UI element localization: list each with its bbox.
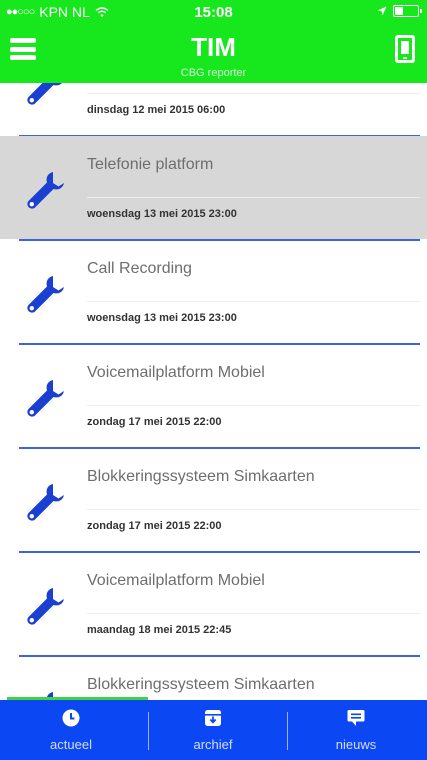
item-inner-separator (87, 405, 420, 406)
item-date: zondag 17 mei 2015 22:00 (87, 520, 222, 532)
app-header: ●●○○○ KPN NL 15:08 TIM CBG reporter (0, 0, 427, 83)
list-item[interactable]: Voicemailplatform Mobiel maandag 18 mei 2… (0, 552, 427, 655)
list-item[interactable]: Call Recording woensdag 13 mei 2015 23:00 (0, 240, 427, 343)
item-date: dinsdag 12 mei 2015 06:00 (87, 104, 226, 116)
tab-nieuws[interactable]: nieuws (285, 700, 427, 760)
tab-label: actueel (50, 737, 92, 752)
battery-icon (393, 5, 422, 17)
item-inner-separator (87, 197, 420, 198)
item-date: woensdag 13 mei 2015 23:00 (87, 312, 237, 324)
tab-label: archief (193, 737, 233, 752)
wrench-icon (24, 584, 68, 628)
item-date: zondag 17 mei 2015 22:00 (87, 416, 222, 428)
device-icon[interactable] (395, 35, 415, 63)
item-title: Voicemailplatform Mobiel (87, 364, 265, 381)
location-arrow-icon (377, 6, 387, 16)
tab-label: nieuws (335, 737, 377, 752)
item-date: woensdag 13 mei 2015 23:00 (87, 208, 237, 220)
status-right (377, 5, 422, 17)
wrench-icon (24, 83, 68, 108)
tab-archief[interactable]: archief (142, 700, 284, 760)
wrench-icon (24, 168, 68, 212)
wrench-icon (24, 376, 68, 420)
app-title: TIM (191, 32, 236, 62)
battery-level (395, 7, 403, 15)
item-inner-separator (87, 93, 420, 94)
archive-box-icon (205, 710, 221, 726)
list-item[interactable]: Blokkeringssysteem Simkaarten zondag 17 m… (0, 448, 427, 551)
item-inner-separator (87, 301, 420, 302)
status-bar: ●●○○○ KPN NL 15:08 (0, 0, 427, 22)
item-title: Telefonie platform (87, 156, 214, 173)
item-title: Blokkeringssysteem Simkaarten (87, 468, 315, 485)
wrench-icon (24, 272, 68, 316)
list-item[interactable]: Blokkeringssysteem Simkaarten (0, 656, 427, 700)
status-time: 15:08 (194, 4, 233, 21)
tab-bar: actueel archief nieuws (0, 697, 427, 760)
list-item[interactable]: Voicemailplatform Mobiel zondag 17 mei 20… (0, 344, 427, 447)
list-item[interactable]: dinsdag 12 mei 2015 06:00 (0, 83, 427, 135)
item-inner-separator (87, 509, 420, 510)
clock-icon (62, 709, 80, 727)
nav-bar: TIM CBG reporter (0, 22, 427, 83)
item-inner-separator (87, 613, 420, 614)
item-title: Call Recording (87, 260, 192, 277)
item-title: Blokkeringssysteem Simkaarten (87, 676, 315, 693)
chat-bubble-icon (347, 710, 365, 726)
list-item[interactable]: Telefonie platform woensdag 13 mei 2015 2… (0, 136, 427, 239)
wrench-icon (24, 480, 68, 524)
item-date: maandag 18 mei 2015 22:45 (87, 624, 232, 636)
app-subtitle: CBG reporter (180, 67, 247, 79)
item-title: Voicemailplatform Mobiel (87, 572, 265, 589)
tab-actueel[interactable]: actueel (0, 700, 142, 760)
message-list[interactable]: dinsdag 12 mei 2015 06:00 Telefonie platf… (0, 83, 427, 700)
